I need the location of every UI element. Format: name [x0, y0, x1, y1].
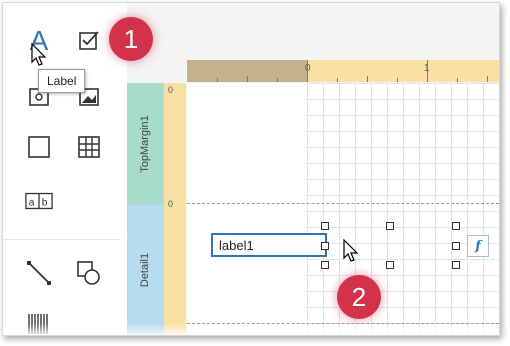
panel-tool[interactable] [25, 133, 53, 161]
character-comb-icon: a b [25, 192, 53, 210]
step-badge-1: 1 [109, 17, 153, 61]
canvas-grid [307, 83, 499, 335]
line-icon [27, 261, 51, 285]
band-header-detail[interactable]: Detail1 [127, 205, 164, 335]
shape-tool[interactable] [75, 259, 103, 287]
resize-handle-tl[interactable] [321, 222, 329, 230]
band-header-top-margin[interactable]: TopMargin1 [127, 83, 164, 205]
label-control[interactable]: label1 [211, 233, 327, 257]
vruler-mark-0-detail: 0 [168, 199, 174, 209]
design-surface[interactable]: 0 1 TopMargin1 Detail1 0 0 [127, 3, 499, 335]
line-tool[interactable] [25, 259, 53, 287]
toolbox-divider [3, 239, 121, 240]
resize-handle-tr[interactable] [452, 222, 460, 230]
label-tooltip: Label [38, 69, 86, 93]
resize-handle-br[interactable] [452, 261, 460, 269]
label-control-text: label1 [219, 238, 254, 253]
svg-text:a: a [29, 198, 35, 209]
resize-handle-b[interactable] [386, 261, 394, 269]
resize-handle-r[interactable] [452, 242, 460, 250]
resize-handle-t[interactable] [386, 222, 394, 230]
vruler-mark-0-top: 0 [168, 85, 174, 95]
table-tool[interactable] [75, 133, 103, 161]
resize-handle-l[interactable] [321, 242, 329, 250]
band-separator-top-margin [187, 203, 499, 204]
band-label-top-margin: TopMargin1 [139, 115, 151, 173]
horizontal-ruler: 0 1 [187, 60, 499, 82]
panel-icon [28, 136, 50, 158]
svg-text:b: b [42, 198, 48, 209]
table-icon [78, 136, 100, 158]
report-designer: A a b TopMargin1 Detail1 0 0 label1 f La… [2, 2, 500, 336]
resize-handle-bl[interactable] [321, 261, 329, 269]
shape-icon [77, 261, 100, 285]
expression-button[interactable]: f [467, 235, 489, 257]
checkbox-tool[interactable] [75, 27, 103, 55]
step-badge-2: 2 [337, 275, 381, 319]
toolbox: A a b [3, 3, 127, 335]
band-label-detail: Detail1 [139, 252, 151, 288]
checkbox-icon [79, 31, 99, 50]
bottom-fade [3, 323, 499, 335]
character-comb-tool[interactable]: a b [25, 187, 53, 215]
drop-pointer-icon [343, 239, 359, 262]
mouse-pointer-icon [31, 43, 47, 66]
vertical-ruler: 0 0 [164, 83, 186, 335]
